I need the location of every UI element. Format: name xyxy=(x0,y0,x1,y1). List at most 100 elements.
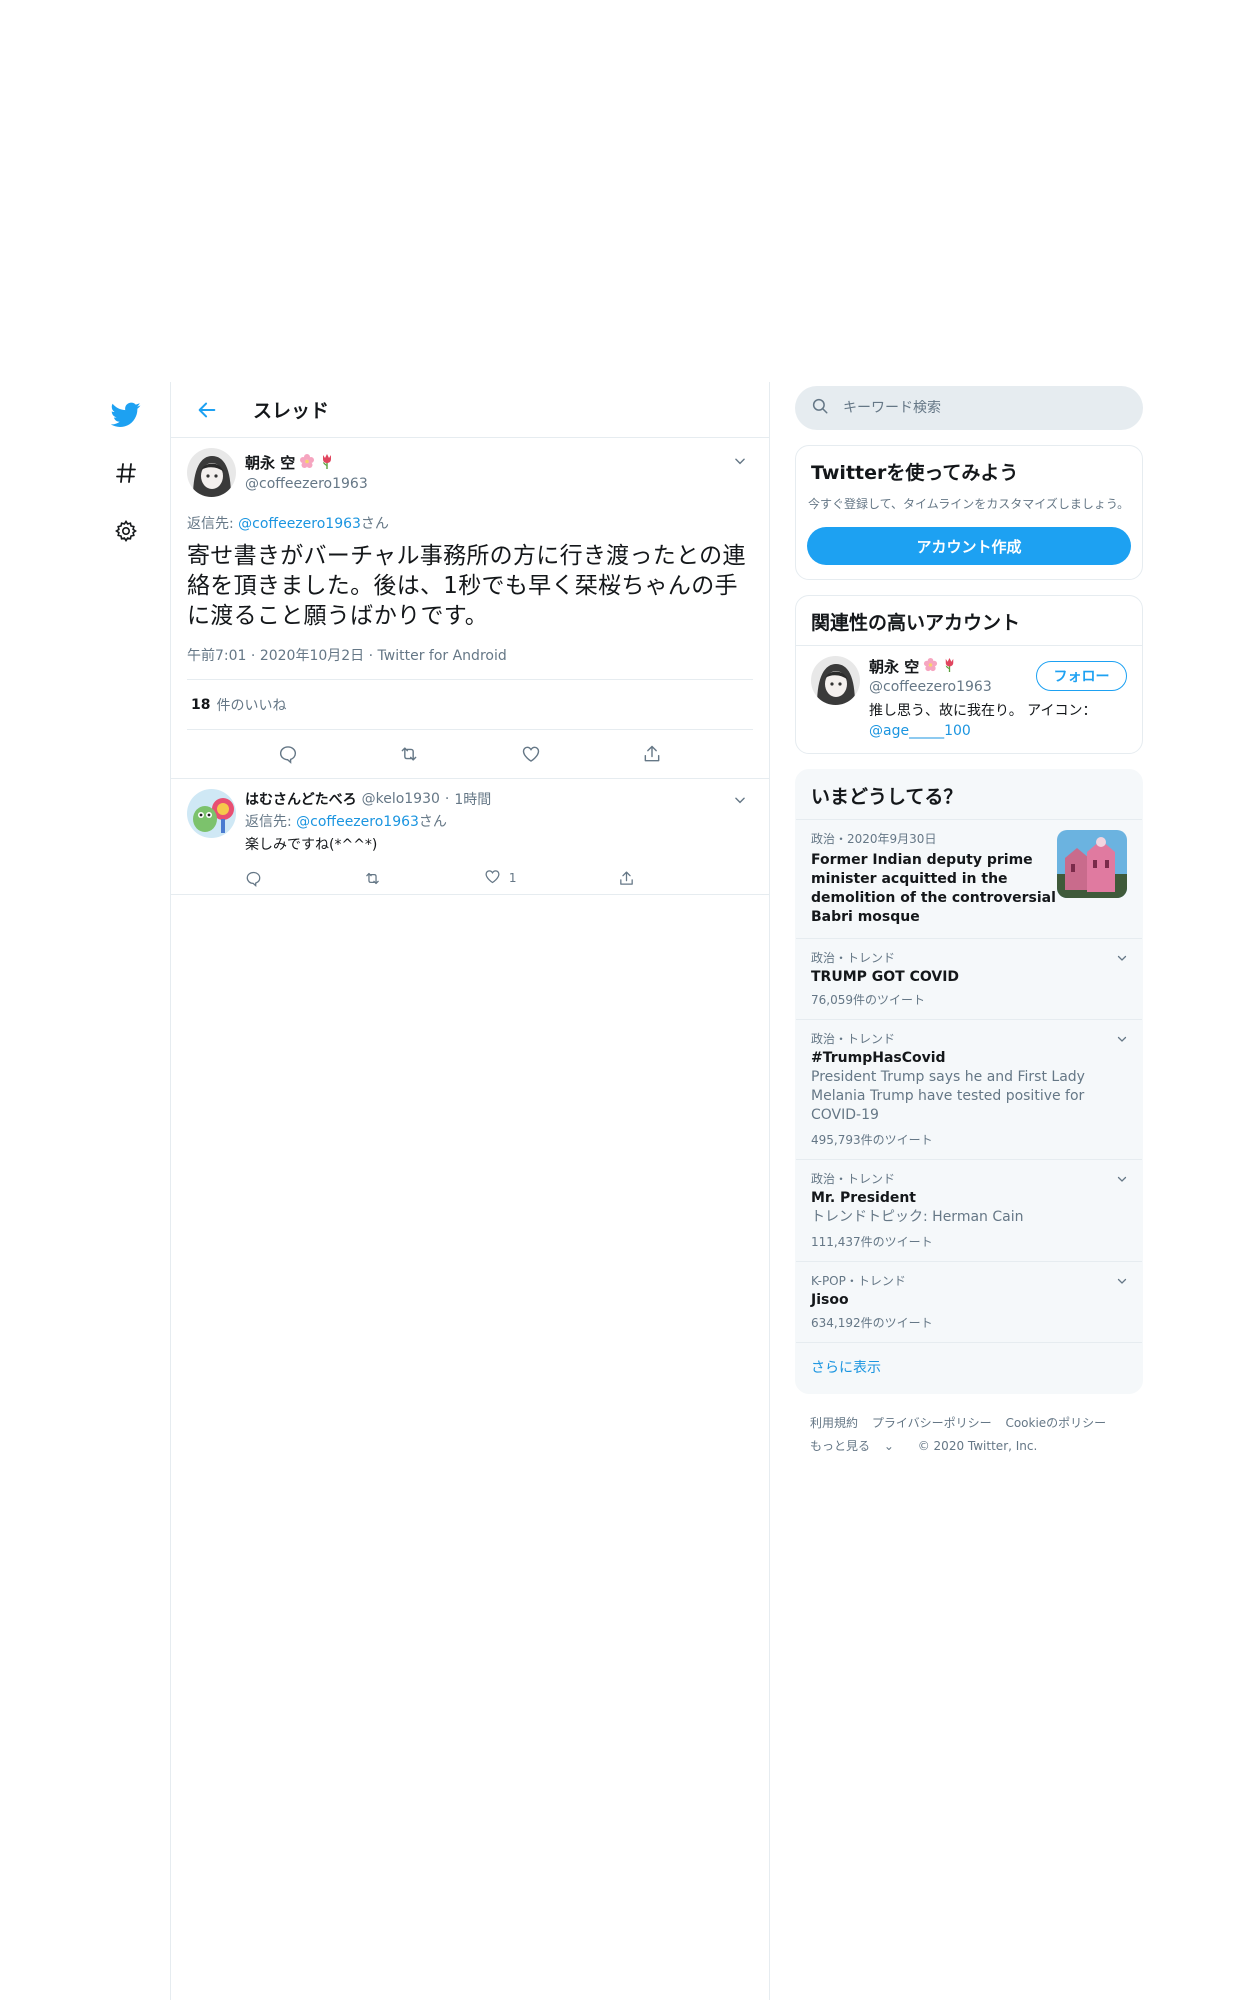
avatar[interactable] xyxy=(187,789,236,838)
trend-count: 76,059件のツイート xyxy=(811,993,925,1007)
thread-header: スレッド xyxy=(171,382,769,438)
chevron-down-icon[interactable] xyxy=(1116,1272,1128,1291)
thread-column: スレッド 朝永 空 @coffeezero1963 返信先: @coffeeze… xyxy=(170,382,770,2000)
related-handle[interactable]: @coffeezero1963 xyxy=(869,679,992,695)
more-link[interactable]: もっと見る ⌄ xyxy=(810,1439,904,1453)
retweet-icon[interactable] xyxy=(363,868,382,888)
avatar[interactable] xyxy=(187,448,236,497)
heart-icon[interactable] xyxy=(513,736,549,772)
like-button[interactable]: 1 xyxy=(484,868,517,888)
avatar[interactable] xyxy=(811,656,860,705)
follow-button[interactable]: フォロー xyxy=(1036,661,1127,691)
likes-row[interactable]: 18 件のいいね xyxy=(187,680,753,730)
trend-count: 634,192件のツイート xyxy=(811,1316,933,1330)
tulip-emoji-icon xyxy=(942,657,957,676)
share-icon[interactable] xyxy=(634,736,670,772)
related-name[interactable]: 朝永 空 xyxy=(869,656,992,677)
reply-to: 返信先: @coffeezero1963さん xyxy=(245,811,753,831)
news-thumbnail xyxy=(1057,830,1127,898)
reply-to-suffix: さん xyxy=(360,516,389,532)
back-arrow-icon[interactable] xyxy=(189,392,225,428)
footer: 利用規約 プライバシーポリシー Cookieのポリシー もっと見る ⌄ © 20… xyxy=(795,1394,1143,1458)
trend-meta: 政治・トレンド xyxy=(811,951,896,965)
trend-name: Jisoo xyxy=(811,1292,849,1308)
chevron-down-icon[interactable] xyxy=(729,450,751,472)
chevron-down-icon[interactable] xyxy=(1116,1030,1128,1049)
reply-icon[interactable] xyxy=(245,868,262,888)
related-title: 関連性の高いアカウント xyxy=(796,596,1142,646)
related-bio-text: 推し思う、故に我在り。 アイコン： xyxy=(869,703,1097,719)
news-headline: Former Indian deputy prime minister acqu… xyxy=(811,852,1056,925)
signup-desc: 今すぐ登録して、タイムラインをカスタマイズしましょう。 xyxy=(808,497,1130,511)
author-name[interactable]: 朝永 空 xyxy=(245,452,368,473)
main-tweet: 朝永 空 @coffeezero1963 返信先: @coffeezero196… xyxy=(171,438,769,779)
trend-name: TRUMP GOT COVID xyxy=(811,969,960,985)
trend-item[interactable]: 政治・トレンド TRUMP GOT COVID 76,059件のツイート xyxy=(796,939,1142,1020)
likes-count: 18 xyxy=(191,696,211,713)
share-icon[interactable] xyxy=(618,868,635,888)
search-icon xyxy=(811,397,829,419)
reply-icon[interactable] xyxy=(270,736,306,772)
trend-meta: 政治・トレンド xyxy=(811,1172,896,1186)
tweet-client[interactable]: Twitter for Android xyxy=(378,648,507,664)
create-account-button[interactable]: アカウント作成 xyxy=(807,527,1131,565)
tulip-emoji-icon xyxy=(319,453,335,473)
reply-to-link[interactable]: @coffeezero1963 xyxy=(238,516,361,532)
trend-desc: President Trump says he and First Lady M… xyxy=(811,1069,1085,1123)
thread-title: スレッド xyxy=(253,400,330,422)
like-count: 1 xyxy=(508,871,517,885)
search-box[interactable] xyxy=(795,386,1143,430)
reply-author-name[interactable]: はむさんどたべろ xyxy=(245,789,357,809)
tweet-text: 寄せ書きがバーチャル事務所の方に行き渡ったとの連絡を頂きました。後は、1秒でも早… xyxy=(187,543,746,629)
trend-desc: トレンドトピック: Herman Cain xyxy=(811,1209,1024,1225)
tweet-meta: 午前7:01 · 2020年10月2日 · Twitter for Androi… xyxy=(187,645,753,680)
cookie-link[interactable]: Cookieのポリシー xyxy=(1005,1416,1106,1430)
signup-card: Twitterを使ってみよう 今すぐ登録して、タイムラインをカスタマイズしましょ… xyxy=(795,445,1143,580)
trend-name: Mr. President xyxy=(811,1190,916,1206)
news-meta: 政治・2020年9月30日 xyxy=(811,832,937,846)
hashtag-icon[interactable] xyxy=(104,451,148,495)
reply-to-link[interactable]: @coffeezero1963 xyxy=(296,814,419,830)
terms-link[interactable]: 利用規約 xyxy=(810,1416,858,1430)
more-link-text: もっと見る xyxy=(810,1439,871,1453)
search-input[interactable] xyxy=(843,400,1113,416)
author-handle[interactable]: @coffeezero1963 xyxy=(245,476,368,492)
related-bio: 推し思う、故に我在り。 アイコン： @age_____100 xyxy=(869,701,1127,741)
twitter-logo-icon[interactable] xyxy=(104,393,148,437)
reply-time[interactable]: 1時間 xyxy=(454,789,491,809)
bio-link[interactable]: @age_____100 xyxy=(869,723,971,739)
trend-meta: 政治・トレンド xyxy=(811,1032,896,1046)
gear-icon[interactable] xyxy=(104,509,148,553)
likes-label: 件のいいね xyxy=(216,697,287,714)
show-more-link[interactable]: さらに表示 xyxy=(796,1343,1142,1393)
related-name-text: 朝永 空 xyxy=(869,658,920,676)
sidebar: Twitterを使ってみよう 今すぐ登録して、タイムラインをカスタマイズしましょ… xyxy=(795,386,1143,1458)
author-name-text: 朝永 空 xyxy=(245,454,296,472)
trend-meta: K-POP・トレンド xyxy=(811,1274,906,1288)
retweet-icon[interactable] xyxy=(391,736,427,772)
trend-count: 495,793件のツイート xyxy=(811,1133,933,1147)
trend-count: 111,437件のツイート xyxy=(811,1235,933,1249)
news-item[interactable]: 政治・2020年9月30日 Former Indian deputy prime… xyxy=(796,820,1142,939)
privacy-link[interactable]: プライバシーポリシー xyxy=(872,1416,992,1430)
flower-emoji-icon xyxy=(299,453,315,473)
reply-author-handle[interactable]: @kelo1930 xyxy=(362,791,440,807)
chevron-down-icon[interactable] xyxy=(1116,1170,1128,1189)
related-accounts-card: 関連性の高いアカウント 朝永 空 @coffeezero1963 フォロー 推し… xyxy=(795,595,1143,754)
flower-emoji-icon xyxy=(923,657,938,676)
trend-item[interactable]: K-POP・トレンド Jisoo 634,192件のツイート xyxy=(796,1262,1142,1343)
tweet-time[interactable]: 午前7:01 xyxy=(187,648,246,664)
reply-header: はむさんどたべろ @kelo1930 · 1時間 xyxy=(245,789,753,809)
trends-title: いまどうしてる？ xyxy=(796,770,1142,820)
chevron-down-icon: ⌄ xyxy=(883,1439,894,1453)
reply-tweet[interactable]: はむさんどたべろ @kelo1930 · 1時間 返信先: @coffeezer… xyxy=(171,779,769,895)
reply-to-suffix: さん xyxy=(418,814,447,830)
trend-item[interactable]: 政治・トレンド Mr. President トレンドトピック: Herman C… xyxy=(796,1160,1142,1262)
chevron-down-icon[interactable] xyxy=(729,789,751,811)
related-account[interactable]: 朝永 空 @coffeezero1963 フォロー 推し思う、故に我在り。 アイ… xyxy=(796,646,1142,753)
reply-actions: 1 xyxy=(245,868,665,888)
left-nav xyxy=(104,393,148,567)
trend-item[interactable]: 政治・トレンド #TrumpHasCovid President Trump s… xyxy=(796,1020,1142,1160)
chevron-down-icon[interactable] xyxy=(1116,949,1128,968)
tweet-date[interactable]: 2020年10月2日 xyxy=(260,648,364,664)
